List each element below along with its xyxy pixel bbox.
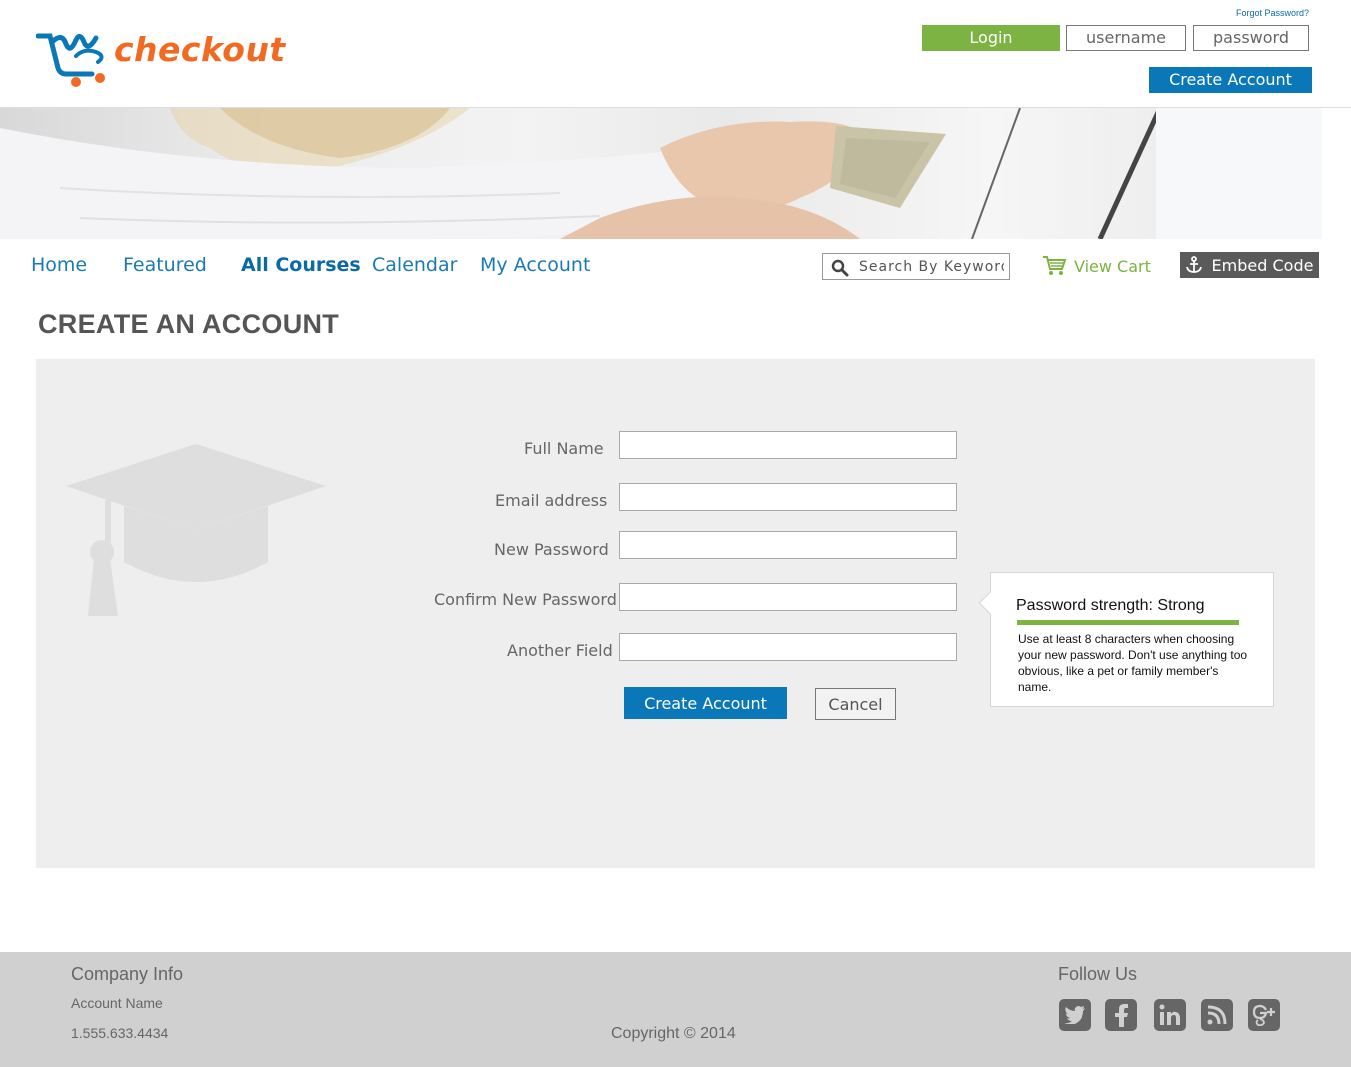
email-input[interactable] bbox=[619, 483, 957, 511]
footer: Company Info Account Name 1.555.633.4434… bbox=[0, 952, 1351, 1067]
password-strength-tooltip: Password strength: Strong Use at least 8… bbox=[978, 572, 1274, 707]
password-tip-text: Use at least 8 characters when choosing … bbox=[1018, 632, 1248, 694]
hero-banner bbox=[0, 108, 1322, 239]
confirm-password-label: Confirm New Password bbox=[434, 590, 617, 609]
password-strength-bar bbox=[1017, 620, 1239, 625]
create-account-panel: Full Name Email address New Password Con… bbox=[36, 359, 1315, 868]
nav-all-courses[interactable]: All Courses bbox=[241, 254, 361, 276]
copyright: Copyright © 2014 bbox=[611, 1025, 736, 1042]
search-icon bbox=[831, 259, 849, 277]
phone-number: 1.555.633.4434 bbox=[71, 1025, 169, 1041]
embed-code-label: Embed Code bbox=[1211, 255, 1314, 275]
confirm-password-input[interactable] bbox=[619, 583, 957, 611]
full-name-label: Full Name bbox=[524, 439, 604, 458]
cart-logo-icon bbox=[36, 33, 105, 87]
nav-my-account[interactable]: My Account bbox=[480, 254, 590, 276]
follow-us-title: Follow Us bbox=[1058, 964, 1138, 984]
embed-code-button[interactable]: Embed Code bbox=[1180, 252, 1319, 278]
tooltip-arrow bbox=[978, 591, 1002, 615]
another-field-input[interactable] bbox=[619, 633, 957, 661]
logo-text: checkout bbox=[114, 30, 286, 69]
password-input[interactable]: password bbox=[1193, 25, 1309, 51]
email-label: Email address bbox=[495, 491, 608, 510]
cart-icon bbox=[1043, 256, 1066, 275]
logo[interactable]: checkout bbox=[36, 28, 296, 90]
facebook-icon[interactable] bbox=[1105, 999, 1137, 1031]
create-account-button[interactable]: Create Account bbox=[624, 687, 787, 719]
username-input[interactable]: username bbox=[1066, 25, 1186, 51]
cancel-button[interactable]: Cancel bbox=[815, 688, 896, 720]
linkedin-icon[interactable] bbox=[1154, 999, 1186, 1031]
graduation-cap-icon bbox=[66, 444, 326, 616]
view-cart-label: View Cart bbox=[1074, 256, 1151, 276]
full-name-input[interactable] bbox=[619, 431, 957, 459]
anchor-icon bbox=[1185, 256, 1202, 273]
new-password-label: New Password bbox=[494, 540, 609, 559]
nav-calendar[interactable]: Calendar bbox=[372, 254, 457, 276]
password-strength-title: Password strength: Strong bbox=[1016, 597, 1205, 614]
page-title: CREATE AN ACCOUNT bbox=[38, 309, 340, 339]
company-info-title: Company Info bbox=[71, 964, 184, 984]
new-password-input[interactable] bbox=[619, 531, 957, 559]
banner-image bbox=[0, 108, 1322, 239]
view-cart-link[interactable]: View Cart bbox=[1042, 253, 1151, 279]
google-plus-icon[interactable] bbox=[1248, 999, 1280, 1031]
nav-home[interactable]: Home bbox=[31, 254, 87, 276]
search-box[interactable] bbox=[822, 253, 1010, 280]
nav-featured[interactable]: Featured bbox=[123, 254, 207, 276]
account-name: Account Name bbox=[71, 995, 163, 1011]
create-account-header-button[interactable]: Create Account bbox=[1149, 67, 1312, 93]
search-input[interactable] bbox=[859, 256, 1004, 278]
another-field-label: Another Field bbox=[507, 641, 613, 660]
rss-icon[interactable] bbox=[1201, 999, 1233, 1031]
login-button[interactable]: Login bbox=[922, 25, 1060, 51]
forgot-password-link[interactable]: Forgot Password? bbox=[1236, 8, 1309, 18]
twitter-icon[interactable] bbox=[1059, 999, 1091, 1031]
